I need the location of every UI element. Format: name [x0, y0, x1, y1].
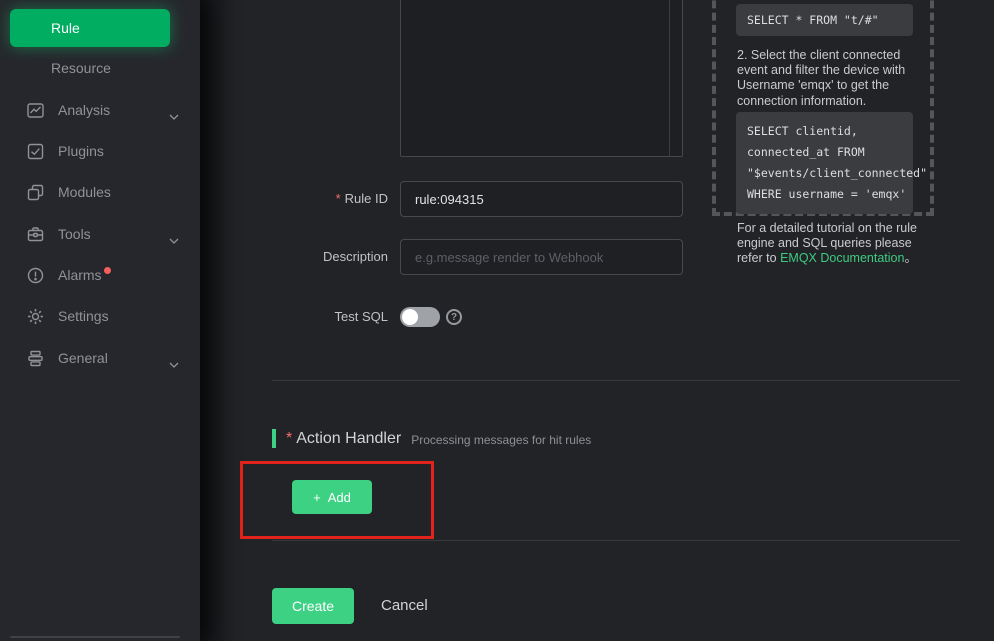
- test-sql-toggle[interactable]: [400, 307, 440, 327]
- sidebar-item-rule[interactable]: Rule: [10, 9, 170, 47]
- create-button[interactable]: Create: [272, 588, 354, 624]
- section-divider: [272, 380, 960, 381]
- sidebar-item-label: Modules: [0, 184, 111, 200]
- sidebar-item-tools[interactable]: Tools: [0, 214, 200, 254]
- sidebar-item-plugins[interactable]: Plugins: [0, 131, 200, 171]
- chevron-down-icon: [169, 355, 179, 371]
- sidebar-item-label: Plugins: [0, 143, 104, 159]
- sidebar-item-label: Tools: [0, 226, 91, 242]
- emqx-documentation-link[interactable]: EMQX Documentation: [780, 251, 904, 265]
- sql-editor[interactable]: [400, 0, 683, 157]
- sidebar-scrollbar[interactable]: [10, 636, 180, 638]
- editor-scrollbar[interactable]: [669, 0, 670, 156]
- sidebar-item-settings[interactable]: Settings: [0, 296, 200, 336]
- action-handler-header: *Action Handler Processing messages for …: [272, 429, 591, 448]
- sidebar-item-alarms[interactable]: Alarms: [0, 255, 200, 295]
- code-line: SELECT clientid,: [747, 121, 902, 142]
- sidebar-item-label: General: [0, 350, 108, 366]
- add-action-button[interactable]: + Add: [292, 480, 372, 514]
- tools-icon: [27, 226, 44, 243]
- sql-example-event: SELECT clientid, connected_at FROM "$eve…: [736, 112, 913, 214]
- sidebar-item-general[interactable]: General: [0, 338, 200, 378]
- add-button-label: Add: [328, 490, 351, 505]
- action-handler-subtitle: Processing messages for hit rules: [411, 430, 591, 447]
- sidebar-item-analysis[interactable]: Analysis: [0, 90, 200, 130]
- description-label: Description: [232, 239, 388, 275]
- general-icon: [27, 350, 44, 367]
- sidebar: Rule Resource Analysis Plugins: [0, 0, 200, 641]
- help-step2-text: 2. Select the client connected event and…: [737, 48, 921, 109]
- code-line: WHERE username = 'emqx': [747, 184, 902, 205]
- sidebar-item-label: Analysis: [0, 102, 110, 118]
- sidebar-item-label: Settings: [0, 308, 109, 324]
- rule-id-label: *Rule ID: [232, 181, 388, 217]
- plugins-icon: [27, 143, 44, 160]
- settings-icon: [27, 308, 44, 325]
- section-accent-bar: [272, 429, 276, 448]
- modules-icon: [27, 184, 44, 201]
- cancel-button[interactable]: Cancel: [381, 597, 428, 614]
- code-line: "$events/client_connected": [747, 163, 902, 184]
- analysis-icon: [27, 102, 44, 119]
- required-asterisk: *: [336, 191, 341, 206]
- sidebar-item-label: Resource: [0, 60, 111, 76]
- sql-example-basic: SELECT * FROM "t/#": [736, 4, 913, 36]
- help-question-icon[interactable]: ?: [446, 309, 462, 325]
- description-input[interactable]: [400, 239, 683, 275]
- alarms-icon: [27, 267, 44, 284]
- rule-id-input[interactable]: [400, 181, 683, 217]
- footer-divider: [272, 540, 960, 541]
- code-line: connected_at FROM: [747, 142, 902, 163]
- chevron-down-icon: [169, 107, 179, 123]
- tutorial-suffix: 。: [904, 251, 917, 265]
- action-handler-title: *Action Handler: [286, 430, 401, 448]
- sidebar-item-resource[interactable]: Resource: [0, 48, 200, 88]
- test-sql-label: Test SQL: [232, 307, 388, 327]
- chevron-down-icon: [169, 231, 179, 247]
- sidebar-item-label: Alarms: [0, 267, 102, 283]
- alarm-badge-dot: [104, 267, 111, 274]
- toggle-knob: [402, 309, 418, 325]
- sidebar-shadow: [200, 0, 236, 641]
- plus-icon: +: [313, 490, 321, 505]
- tutorial-text: For a detailed tutorial on the rule engi…: [737, 221, 921, 267]
- required-asterisk: *: [286, 430, 292, 447]
- sidebar-item-modules[interactable]: Modules: [0, 172, 200, 212]
